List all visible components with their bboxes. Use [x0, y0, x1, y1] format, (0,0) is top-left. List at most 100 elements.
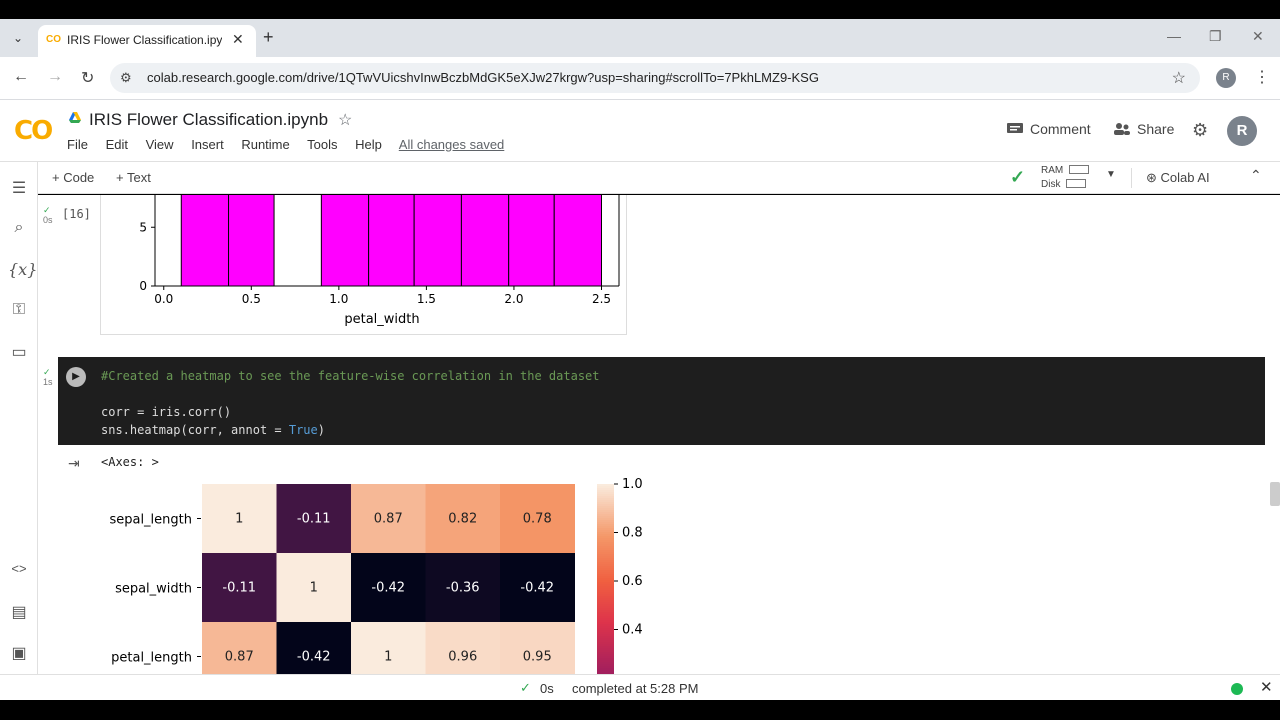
- share-button[interactable]: Share: [1113, 121, 1174, 137]
- star-notebook-icon[interactable]: ☆: [338, 110, 352, 130]
- x-tick-label: 2.0: [504, 292, 523, 306]
- comment-label: Comment: [1030, 121, 1091, 137]
- collapse-header-icon[interactable]: ⌃: [1250, 167, 1262, 184]
- variables-icon[interactable]: {x}: [8, 260, 37, 279]
- x-tick-label: 1.0: [329, 292, 348, 306]
- forward-icon[interactable]: →: [47, 68, 63, 86]
- menu-insert[interactable]: Insert: [191, 137, 224, 152]
- menu-runtime[interactable]: Runtime: [241, 137, 289, 152]
- heatmap-cell: [276, 622, 352, 674]
- heatmap-annotation: -0.11: [297, 512, 331, 527]
- back-icon[interactable]: ←: [13, 68, 29, 86]
- browser-profile-avatar[interactable]: R: [1216, 68, 1236, 88]
- save-status-link[interactable]: All changes saved: [399, 137, 505, 152]
- browser-menu-icon[interactable]: ⋮: [1254, 67, 1270, 87]
- notebook-title[interactable]: IRIS Flower Classification.ipynb: [89, 110, 328, 130]
- tab-search-icon[interactable]: ⌄: [8, 28, 28, 48]
- histogram-output: 0.00.51.01.52.02.50510petal_width: [100, 195, 627, 335]
- status-message[interactable]: completed at 5:28 PM: [572, 681, 698, 696]
- output-actions-icon[interactable]: ⇥: [68, 455, 80, 472]
- colab-header: CO IRIS Flower Classification.ipynb ☆ Fi…: [0, 100, 1280, 162]
- google-drive-icon: [69, 112, 81, 123]
- close-tab-icon[interactable]: ✕: [232, 31, 244, 48]
- heatmap-cell: [425, 622, 501, 674]
- x-tick-label: 1.5: [417, 292, 436, 306]
- menu-view[interactable]: View: [146, 137, 174, 152]
- colorbar-tick-label: 0.8: [622, 526, 643, 541]
- code-snippets-icon[interactable]: <>: [8, 561, 30, 576]
- disk-label: Disk: [1041, 179, 1061, 190]
- reload-icon[interactable]: ↻: [81, 68, 94, 88]
- heatmap-row-label: petal_length: [111, 651, 192, 666]
- new-tab-icon[interactable]: +: [263, 27, 274, 48]
- notebook-content: ✓ 0s [16] 0.00.51.01.52.02.50510petal_wi…: [38, 195, 1280, 674]
- site-info-icon[interactable]: ⚙: [120, 70, 132, 86]
- left-sidebar: ☰ ⌕ {x} ⚿ ▭ <> ▤ ▣: [0, 162, 38, 674]
- add-code-cell-button[interactable]: + Code: [52, 170, 94, 185]
- heatmap-annotation: 0.82: [448, 512, 477, 527]
- heatmap-annotation: -0.11: [222, 581, 256, 596]
- url-input[interactable]: ⚙ colab.research.google.com/drive/1QTwVU…: [110, 63, 1200, 93]
- files-folder-icon[interactable]: ▭: [8, 342, 30, 362]
- menu-file[interactable]: File: [67, 137, 88, 152]
- status-check-icon: ✓: [520, 680, 531, 695]
- heatmap-annotation: -0.42: [297, 650, 331, 665]
- run-cell-button[interactable]: ▶: [66, 367, 86, 387]
- terminal-icon[interactable]: ▣: [8, 643, 30, 663]
- heatmap-annotation: 0.78: [523, 512, 552, 527]
- y-tick-label: 5: [139, 220, 147, 234]
- histogram-bar: [553, 195, 602, 287]
- heatmap-annotation: -0.42: [520, 581, 554, 596]
- menu-tools[interactable]: Tools: [307, 137, 337, 152]
- command-palette-icon[interactable]: ▤: [8, 602, 30, 622]
- resource-monitor[interactable]: RAM Disk: [1041, 164, 1090, 192]
- scrollbar-thumb[interactable]: [1270, 482, 1280, 506]
- heatmap-annotation: 1: [310, 581, 318, 596]
- histogram-bar: [460, 195, 510, 287]
- secrets-key-icon[interactable]: ⚿: [8, 301, 30, 319]
- heatmap-cell: [351, 622, 426, 674]
- restore-icon[interactable]: ❐: [1209, 28, 1222, 45]
- heatmap-cell: [202, 622, 277, 674]
- colab-ai-label: Colab AI: [1160, 170, 1210, 185]
- colab-ai-button[interactable]: ⊛ Colab AI: [1146, 170, 1210, 186]
- colorbar-tick-label: 0.4: [622, 623, 643, 638]
- histogram-bar: [180, 195, 230, 287]
- heatmap-annotation: -0.36: [446, 581, 480, 596]
- heatmap-chart: 1 -0.11 0.87 0.82 0.78 sepal_length -0.11 1 -0.4…: [109, 477, 643, 674]
- histogram-bar: [413, 195, 462, 287]
- window-close-icon[interactable]: ✕: [1252, 28, 1264, 45]
- menu-help[interactable]: Help: [355, 137, 382, 152]
- comment-icon: [1007, 123, 1023, 133]
- heatmap-output: 1 -0.11 0.87 0.82 0.78 sepal_length -0.11 1 -0.4…: [100, 470, 663, 674]
- menu-edit[interactable]: Edit: [106, 137, 128, 152]
- prev-exec-time: 0s: [43, 215, 53, 225]
- table-of-contents-icon[interactable]: ☰: [8, 178, 30, 198]
- runtime-dropdown-icon[interactable]: ▼: [1106, 169, 1116, 180]
- x-tick-label: 2.5: [592, 292, 611, 306]
- browser-tab[interactable]: CO IRIS Flower Classification.ipynb ✕: [38, 25, 256, 57]
- heatmap-annotation: -0.42: [371, 581, 405, 596]
- screen: ⌄ CO IRIS Flower Classification.ipynb ✕ …: [0, 0, 1280, 720]
- search-icon[interactable]: ⌕: [8, 219, 30, 237]
- ram-bar: [1069, 165, 1090, 174]
- code-editor[interactable]: #Created a heatmap to see the feature-wi…: [101, 367, 600, 439]
- x-tick-label: 0.5: [242, 292, 261, 306]
- runtime-status-dot: [1231, 683, 1243, 695]
- colab-logo[interactable]: CO: [14, 116, 53, 146]
- menu-bar: File Edit View Insert Runtime Tools Help…: [67, 137, 518, 152]
- comment-button[interactable]: Comment: [1006, 121, 1091, 137]
- close-status-icon[interactable]: ✕: [1260, 678, 1273, 696]
- cell-exec-time: 1s: [43, 377, 53, 387]
- status-exec-time: 0s: [540, 681, 554, 696]
- settings-gear-icon[interactable]: ⚙: [1192, 120, 1208, 141]
- letterbox-top: [0, 0, 1280, 19]
- code-cell[interactable]: ▶ #Created a heatmap to see the feature-…: [58, 357, 1265, 445]
- user-avatar[interactable]: R: [1227, 116, 1257, 146]
- minimize-icon[interactable]: —: [1167, 28, 1181, 44]
- notebook-toolbar: + Code + Text ✓ RAM Disk ▼ ⊛ Colab AI ⌃: [38, 162, 1280, 194]
- add-text-cell-button[interactable]: + Text: [116, 170, 151, 185]
- bookmark-star-icon[interactable]: ☆: [1172, 68, 1186, 88]
- histogram-chart: 0.00.51.01.52.02.50510petal_width: [139, 195, 620, 327]
- colorbar-tick-label: 1.0: [622, 477, 643, 492]
